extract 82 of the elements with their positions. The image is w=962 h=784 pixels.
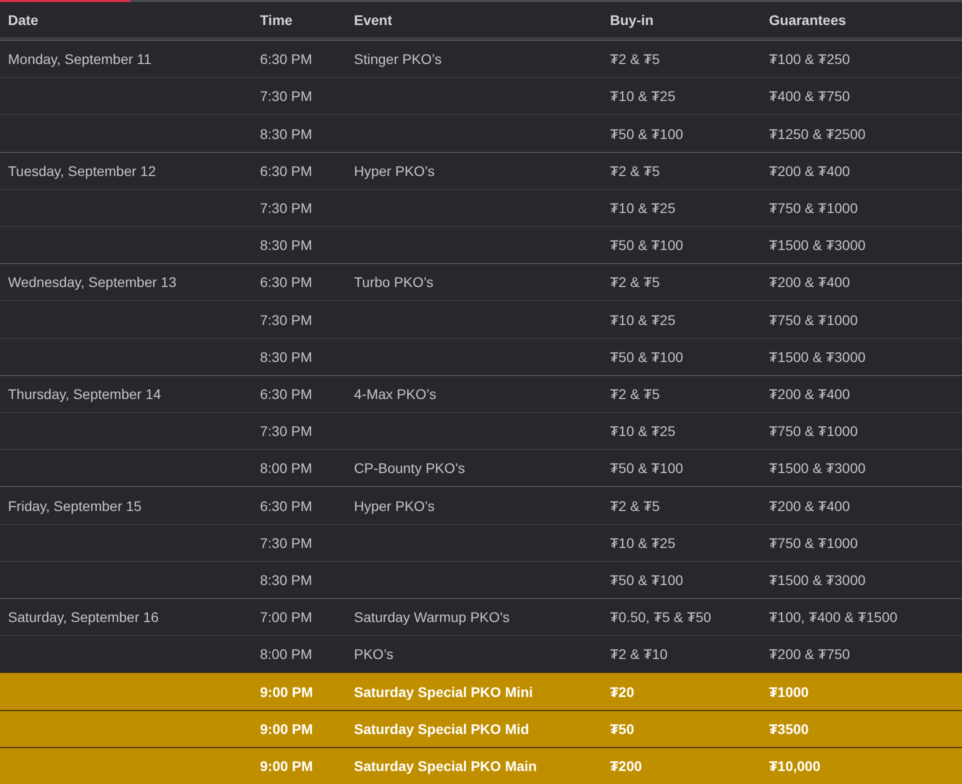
time-cell-text: 8:30 PM (260, 572, 314, 588)
guarantee-cell-text: ₮10,000 (769, 758, 822, 774)
time-cell-text: 8:00 PM (260, 646, 314, 662)
buy-in-cell-text: ₮2 & ₮10 (610, 646, 669, 662)
time-cell-text: 9:00 PM (260, 684, 314, 700)
buy-in-cell-text: ₮10 & ₮25 (610, 200, 676, 216)
event-cell-text: CP-Bounty PKO’s (354, 460, 466, 476)
buy-in-cell-text: ₮50 & ₮100 (610, 460, 684, 476)
time-cell-text: 7:30 PM (260, 534, 314, 551)
buy-in-cell-text: ₮10 & ₮25 (610, 88, 676, 104)
buy-in-cell-text: ₮2 & ₮5 (610, 51, 661, 68)
buy-in-cell-text: ₮10 & ₮25 (610, 423, 676, 440)
guarantee-cell-text: ₮750 & ₮1000 (769, 200, 859, 216)
guarantee-cell-text: ₮750 & ₮1000 (769, 534, 859, 551)
date-cell-text: Wednesday, September 13 (8, 274, 178, 290)
buy-in-cell-text: ₮2 & ₮5 (610, 498, 661, 514)
column-header: Buy-in (610, 12, 655, 28)
time-cell-text: 6:30 PM (260, 498, 314, 514)
guarantee-cell-text: ₮400 & ₮750 (769, 88, 851, 104)
event-cell-text: Saturday Special PKO Mini (354, 684, 534, 700)
event-cell-text: Hyper PKO’s (354, 498, 436, 514)
guarantee-cell-text: ₮200 & ₮400 (769, 162, 851, 179)
buy-in-cell-text: ₮2 & ₮5 (610, 274, 661, 290)
guarantee-cell-text: ₮1500 & ₮3000 (769, 237, 867, 254)
event-cell-text: Saturday Special PKO Main (354, 758, 538, 774)
date-cell-text: Friday, September 15 (8, 498, 143, 514)
buy-in-cell-text: ₮50 & ₮100 (610, 237, 684, 254)
buy-in-cell-text: ₮10 & ₮25 (610, 534, 676, 551)
guarantee-cell-text: ₮200 & ₮750 (769, 646, 851, 662)
column-header: Event (354, 12, 394, 28)
time-cell-text: 7:30 PM (260, 88, 314, 104)
column-header: Time (260, 12, 294, 28)
event-cell-text: Hyper PKO’s (354, 162, 436, 179)
column-header: Date (8, 12, 40, 28)
time-cell-text: 7:30 PM (260, 312, 314, 328)
buy-in-cell-text: ₮2 & ₮5 (610, 386, 661, 402)
event-cell-text: Turbo PKO’s (354, 274, 434, 290)
guarantee-cell-text: ₮200 & ₮400 (769, 498, 851, 514)
buy-in-cell-text: ₮20 (610, 684, 636, 700)
event-cell-text: Saturday Warmup PKO’s (354, 609, 511, 626)
date-cell-text: Tuesday, September 12 (8, 162, 157, 179)
buy-in-cell-text: ₮50 & ₮100 (610, 572, 684, 588)
guarantee-cell-text: ₮3500 (769, 720, 810, 737)
column-header: Guarantees (769, 12, 848, 28)
time-cell-text: 7:00 PM (260, 609, 314, 626)
time-cell-text: 7:30 PM (260, 423, 314, 440)
time-cell-text: 6:30 PM (260, 274, 314, 290)
time-cell-text: 8:30 PM (260, 348, 314, 365)
guarantee-cell-text: ₮100 & ₮250 (769, 51, 851, 68)
time-cell-text: 6:30 PM (260, 162, 314, 179)
event-cell-text: PKO’s (354, 646, 394, 662)
buy-in-cell-text: ₮50 & ₮100 (610, 348, 684, 365)
guarantee-cell-text: ₮1000 (769, 684, 810, 700)
date-cell-text: Saturday, September 16 (8, 609, 160, 626)
buy-in-cell-text: ₮10 & ₮25 (610, 312, 676, 328)
time-cell-text: 8:30 PM (260, 126, 314, 142)
time-cell-text: 9:00 PM (260, 758, 314, 774)
guarantee-cell-text: ₮750 & ₮1000 (769, 312, 859, 328)
time-cell-text: 6:30 PM (260, 386, 314, 402)
date-cell-text: Thursday, September 14 (8, 386, 162, 402)
guarantee-cell-text: ₮750 & ₮1000 (769, 423, 859, 440)
guarantee-cell-text: ₮1500 & ₮3000 (769, 460, 867, 476)
guarantee-cell-text: ₮1500 & ₮3000 (769, 348, 867, 365)
event-cell-text: 4-Max PKO’s (354, 386, 438, 402)
buy-in-cell-text: ₮2 & ₮5 (610, 162, 661, 179)
event-cell-text: Stinger PKO’s (354, 51, 443, 68)
guarantee-cell-text: ₮200 & ₮400 (769, 386, 851, 402)
guarantee-cell-text: ₮100, ₮400 & ₮1500 (769, 609, 898, 626)
date-cell-text: Monday, September 11 (8, 51, 152, 68)
time-cell-text: 8:00 PM (260, 460, 314, 476)
buy-in-cell-text: ₮200 (610, 758, 643, 774)
guarantee-cell-text: ₮200 & ₮400 (769, 274, 851, 290)
time-cell-text: 7:30 PM (260, 200, 314, 216)
event-cell-text: Saturday Special PKO Mid (354, 720, 530, 737)
guarantee-cell-text: ₮1250 & ₮2500 (769, 126, 867, 142)
buy-in-cell-text: ₮50 & ₮100 (610, 126, 684, 142)
time-cell-text: 8:30 PM (260, 237, 314, 254)
time-cell-text: 6:30 PM (260, 51, 314, 68)
buy-in-cell-text: ₮50 (610, 720, 636, 737)
time-cell-text: 9:00 PM (260, 720, 314, 737)
buy-in-cell-text: ₮0.50, ₮5 & ₮50 (610, 609, 712, 626)
guarantee-cell-text: ₮1500 & ₮3000 (769, 572, 867, 588)
